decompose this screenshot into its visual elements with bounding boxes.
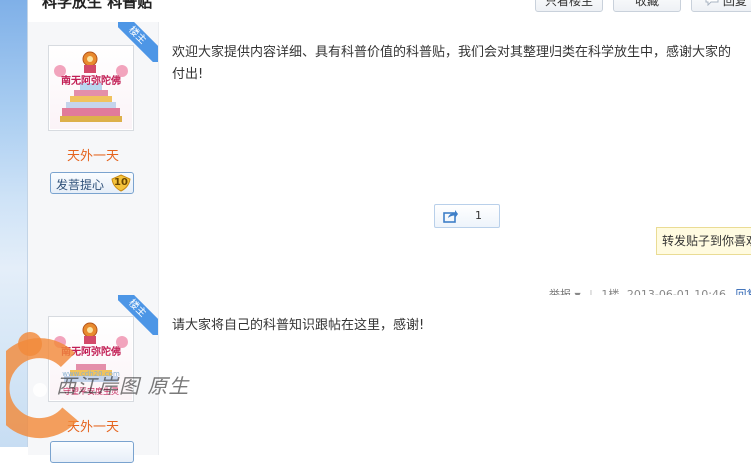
- watermark-text: 西江岸图 原生: [56, 370, 189, 399]
- floor-tag: 楼主: [118, 22, 158, 62]
- floor-tag: 楼主: [118, 295, 158, 335]
- level-badge[interactable]: 发菩提心 10: [50, 172, 134, 194]
- post-content: 欢迎大家提供内容详细、具有科普价值的科普贴，我们会对其整理归类在科学放生中，感谢…: [172, 42, 743, 86]
- share-button[interactable]: 1: [434, 204, 500, 228]
- thread-title: 科学放生 科普贴: [42, 0, 152, 12]
- level-number: 10: [114, 177, 128, 188]
- share-tooltip: 转发贴子到你喜欢: [656, 227, 751, 255]
- post-floor-1: 南无阿弥陀佛 天外一天 发菩提心 10 楼主 欢迎大家提供内容详细、具有科普价值…: [28, 22, 751, 296]
- thread-header: 科学放生 科普贴 只看楼主 收藏 回复: [28, 0, 751, 23]
- reply-button-label: 回复: [723, 0, 747, 8]
- collect-button[interactable]: 收藏: [613, 0, 681, 12]
- author-column: 南无阿弥陀佛 天外一天 发菩提心 10 楼主: [28, 22, 159, 295]
- author-name[interactable]: 天外一天: [28, 145, 158, 164]
- only-op-button[interactable]: 只看楼主: [535, 0, 603, 12]
- post-content: 请大家将自己的科普知识跟帖在这里，感谢!: [172, 315, 743, 337]
- share-count: 1: [475, 209, 482, 222]
- avatar-text: 南无阿弥陀佛: [50, 72, 132, 87]
- share-icon: [443, 209, 459, 227]
- level-shield-icon: 10: [111, 174, 131, 192]
- site-watermark: 西江岸图 原生: [6, 330, 176, 445]
- floor-tag-label: 楼主: [118, 22, 158, 62]
- comment-icon: [705, 0, 719, 14]
- reply-button[interactable]: 回复: [691, 0, 751, 12]
- level-name: 发菩提心: [56, 176, 104, 193]
- floor-tag-label: 楼主: [118, 295, 158, 335]
